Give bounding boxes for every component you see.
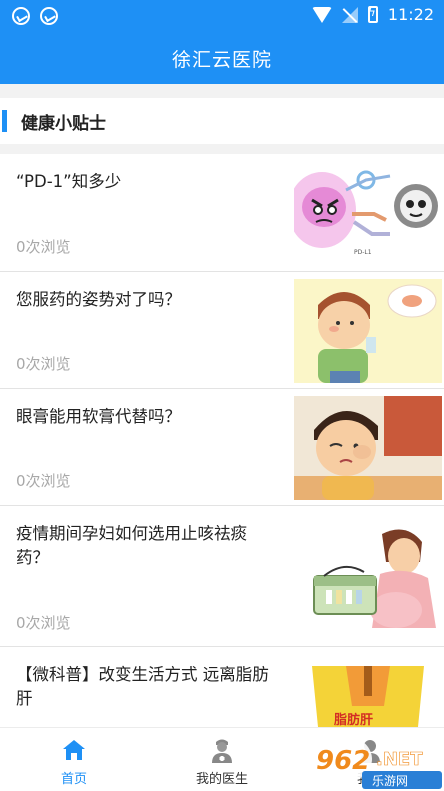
- article-thumbnail: [294, 524, 442, 628]
- article-item[interactable]: 眼膏能用软膏代替吗？ 0次浏览: [0, 389, 444, 506]
- article-title: 眼膏能用软膏代替吗？: [16, 407, 181, 426]
- watermark-logo: 962 .NET 乐游网: [304, 729, 444, 791]
- article-item[interactable]: “PD-1”知多少 0次浏览 PD-L1: [0, 154, 444, 272]
- app-header: 徐汇云医院: [0, 32, 444, 84]
- article-views: 0次浏览: [16, 238, 71, 256]
- article-title: 您服药的姿势对了吗？: [16, 290, 181, 309]
- svg-text:脂肪肝: 脂肪肝: [333, 712, 373, 727]
- article-item[interactable]: 疫情期间孕妇如何选用止咳祛痰药？ 0次浏览: [0, 506, 444, 647]
- status-time: 11:22: [387, 5, 434, 24]
- article-item[interactable]: 您服药的姿势对了吗？ 0次浏览: [0, 272, 444, 389]
- article-views: 0次浏览: [16, 355, 71, 373]
- section-accent-bar: [2, 110, 7, 132]
- article-thumbnail: [294, 396, 442, 500]
- tab-home-label: 首页: [60, 772, 87, 787]
- battery-charging-icon: [367, 5, 378, 23]
- article-thumbnail: 脂肪肝: [294, 666, 442, 727]
- page-title: 徐汇云医院: [171, 48, 272, 71]
- home-icon: [63, 740, 85, 760]
- no-signal-icon: [341, 6, 358, 23]
- sync-icon: [12, 7, 30, 25]
- svg-text:乐游网: 乐游网: [372, 774, 408, 788]
- article-thumbnail: [294, 279, 442, 383]
- svg-text:962: 962: [316, 746, 370, 776]
- svg-text:PD-L1: PD-L1: [354, 249, 372, 256]
- tab-my-doctor-label: 我的医生: [195, 772, 248, 787]
- article-thumbnail: PD-L1: [294, 162, 442, 266]
- tab-my-doctor[interactable]: 我的医生: [148, 728, 296, 791]
- article-title: “PD-1”知多少: [16, 172, 122, 191]
- status-bar: 11:22: [0, 0, 444, 32]
- tab-home[interactable]: 首页: [0, 728, 148, 791]
- article-list: “PD-1”知多少 0次浏览 PD-L1 您服药的姿势对了吗？ 0次浏览 眼膏能…: [0, 154, 444, 727]
- article-title: 【微科普】改变生活方式 远离脂肪肝: [16, 665, 269, 708]
- sync-icon: [40, 7, 58, 25]
- divider: [0, 144, 444, 154]
- article-item[interactable]: 【微科普】改变生活方式 远离脂肪肝 脂肪肝: [0, 647, 444, 727]
- doctor-icon: [212, 739, 232, 763]
- section-title: 健康小贴士: [21, 113, 106, 134]
- article-views: 0次浏览: [16, 472, 71, 490]
- article-views: 0次浏览: [16, 614, 71, 632]
- section-header: 健康小贴士: [0, 98, 444, 144]
- svg-text:.NET: .NET: [376, 749, 423, 770]
- wifi-icon: [311, 6, 332, 23]
- article-title: 疫情期间孕妇如何选用止咳祛痰药？: [16, 524, 247, 567]
- divider: [0, 84, 444, 98]
